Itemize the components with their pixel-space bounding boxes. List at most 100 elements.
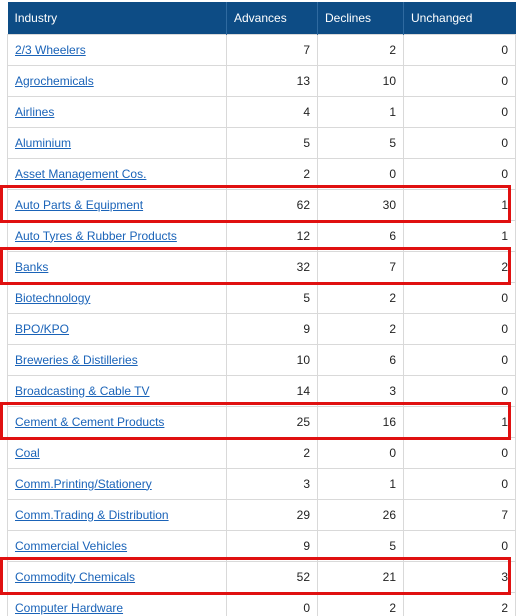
- industry-link[interactable]: Biotechnology: [15, 291, 90, 305]
- advances-cell: 13: [226, 64, 318, 97]
- table-row: Biotechnology 5 2 0: [7, 281, 516, 314]
- advances-cell: 7: [226, 33, 318, 66]
- industry-link[interactable]: Aluminium: [15, 136, 71, 150]
- industry-cell: Asset Management Cos.: [7, 157, 227, 190]
- industry-link[interactable]: Auto Tyres & Rubber Products: [15, 229, 177, 243]
- industry-link[interactable]: Asset Management Cos.: [15, 167, 146, 181]
- table-row: Cement & Cement Products 25 16 1: [7, 405, 516, 438]
- column-header-industry[interactable]: Industry: [7, 2, 227, 34]
- industry-link[interactable]: Comm.Printing/Stationery: [15, 477, 152, 491]
- advances-cell: 5: [226, 281, 318, 314]
- industry-cell: 2/3 Wheelers: [7, 33, 227, 66]
- declines-cell: 2: [317, 312, 404, 345]
- industry-link[interactable]: Commodity Chemicals: [15, 570, 135, 584]
- industry-link[interactable]: Agrochemicals: [15, 74, 94, 88]
- table-row: Coal 2 0 0: [7, 436, 516, 469]
- industry-cell: Biotechnology: [7, 281, 227, 314]
- table-row: Airlines 4 1 0: [7, 95, 516, 128]
- unchanged-cell: 0: [403, 126, 516, 159]
- unchanged-cell: 0: [403, 33, 516, 66]
- industry-cell: Banks: [7, 250, 227, 283]
- advances-cell: 52: [226, 560, 318, 593]
- advances-cell: 5: [226, 126, 318, 159]
- industry-cell: Broadcasting & Cable TV: [7, 374, 227, 407]
- industry-cell: Aluminium: [7, 126, 227, 159]
- industry-cell: Coal: [7, 436, 227, 469]
- declines-cell: 26: [317, 498, 404, 531]
- industry-link[interactable]: Commercial Vehicles: [15, 539, 127, 553]
- column-header-declines[interactable]: Declines: [317, 2, 404, 34]
- industry-link[interactable]: Cement & Cement Products: [15, 415, 164, 429]
- advances-cell: 9: [226, 312, 318, 345]
- column-header-advances[interactable]: Advances: [226, 2, 318, 34]
- unchanged-cell: 2: [403, 591, 516, 616]
- unchanged-cell: 3: [403, 560, 516, 593]
- unchanged-cell: 0: [403, 529, 516, 562]
- table-row: Broadcasting & Cable TV 14 3 0: [7, 374, 516, 407]
- declines-cell: 7: [317, 250, 404, 283]
- declines-cell: 6: [317, 343, 404, 376]
- industry-cell: Comm.Printing/Stationery: [7, 467, 227, 500]
- declines-cell: 2: [317, 281, 404, 314]
- declines-cell: 2: [317, 33, 404, 66]
- table-row: Commercial Vehicles 9 5 0: [7, 529, 516, 562]
- unchanged-cell: 1: [403, 405, 516, 438]
- industry-link[interactable]: Comm.Trading & Distribution: [15, 508, 169, 522]
- unchanged-cell: 0: [403, 312, 516, 345]
- industry-cell: Cement & Cement Products: [7, 405, 227, 438]
- declines-cell: 0: [317, 436, 404, 469]
- industry-cell: Comm.Trading & Distribution: [7, 498, 227, 531]
- declines-cell: 5: [317, 126, 404, 159]
- industry-link[interactable]: Broadcasting & Cable TV: [15, 384, 150, 398]
- table-row: Agrochemicals 13 10 0: [7, 64, 516, 97]
- industry-cell: Auto Parts & Equipment: [7, 188, 227, 221]
- industry-link[interactable]: BPO/KPO: [15, 322, 69, 336]
- column-header-unchanged[interactable]: Unchanged: [403, 2, 516, 34]
- advances-cell: 0: [226, 591, 318, 616]
- declines-cell: 10: [317, 64, 404, 97]
- table-row: Comm.Trading & Distribution 29 26 7: [7, 498, 516, 531]
- industry-link[interactable]: Computer Hardware: [15, 601, 123, 615]
- unchanged-cell: 0: [403, 343, 516, 376]
- industry-link[interactable]: Airlines: [15, 105, 54, 119]
- industry-link[interactable]: Auto Parts & Equipment: [15, 198, 143, 212]
- industry-cell: Computer Hardware: [7, 591, 227, 616]
- industry-link[interactable]: Coal: [15, 446, 40, 460]
- unchanged-cell: 1: [403, 188, 516, 221]
- unchanged-cell: 0: [403, 157, 516, 190]
- declines-cell: 6: [317, 219, 404, 252]
- table-row: Computer Hardware 0 2 2: [7, 591, 516, 616]
- advances-cell: 25: [226, 405, 318, 438]
- declines-cell: 16: [317, 405, 404, 438]
- table-row: Auto Tyres & Rubber Products 12 6 1: [7, 219, 516, 252]
- unchanged-cell: 7: [403, 498, 516, 531]
- advances-cell: 2: [226, 436, 318, 469]
- declines-cell: 3: [317, 374, 404, 407]
- advances-cell: 10: [226, 343, 318, 376]
- industry-cell: Breweries & Distilleries: [7, 343, 227, 376]
- declines-cell: 1: [317, 467, 404, 500]
- industry-link[interactable]: 2/3 Wheelers: [15, 43, 86, 57]
- advances-cell: 32: [226, 250, 318, 283]
- industry-link[interactable]: Banks: [15, 260, 48, 274]
- industry-cell: Agrochemicals: [7, 64, 227, 97]
- advances-cell: 12: [226, 219, 318, 252]
- table-row: Auto Parts & Equipment 62 30 1: [7, 188, 516, 221]
- industry-cell: BPO/KPO: [7, 312, 227, 345]
- advances-cell: 29: [226, 498, 318, 531]
- industry-advance-decline-table: Industry Advances Declines Unchanged 2/3…: [7, 2, 516, 616]
- unchanged-cell: 0: [403, 467, 516, 500]
- advances-cell: 62: [226, 188, 318, 221]
- unchanged-cell: 0: [403, 95, 516, 128]
- table-row: Asset Management Cos. 2 0 0: [7, 157, 516, 190]
- unchanged-cell: 0: [403, 374, 516, 407]
- unchanged-cell: 2: [403, 250, 516, 283]
- advances-cell: 4: [226, 95, 318, 128]
- declines-cell: 5: [317, 529, 404, 562]
- industry-link[interactable]: Breweries & Distilleries: [15, 353, 138, 367]
- unchanged-cell: 0: [403, 281, 516, 314]
- table-row: Banks 32 7 2: [7, 250, 516, 283]
- table-body: 2/3 Wheelers 7 2 0 Agrochemicals 13 10 0 Airline…: [7, 33, 516, 616]
- table-row: Comm.Printing/Stationery 3 1 0: [7, 467, 516, 500]
- declines-cell: 1: [317, 95, 404, 128]
